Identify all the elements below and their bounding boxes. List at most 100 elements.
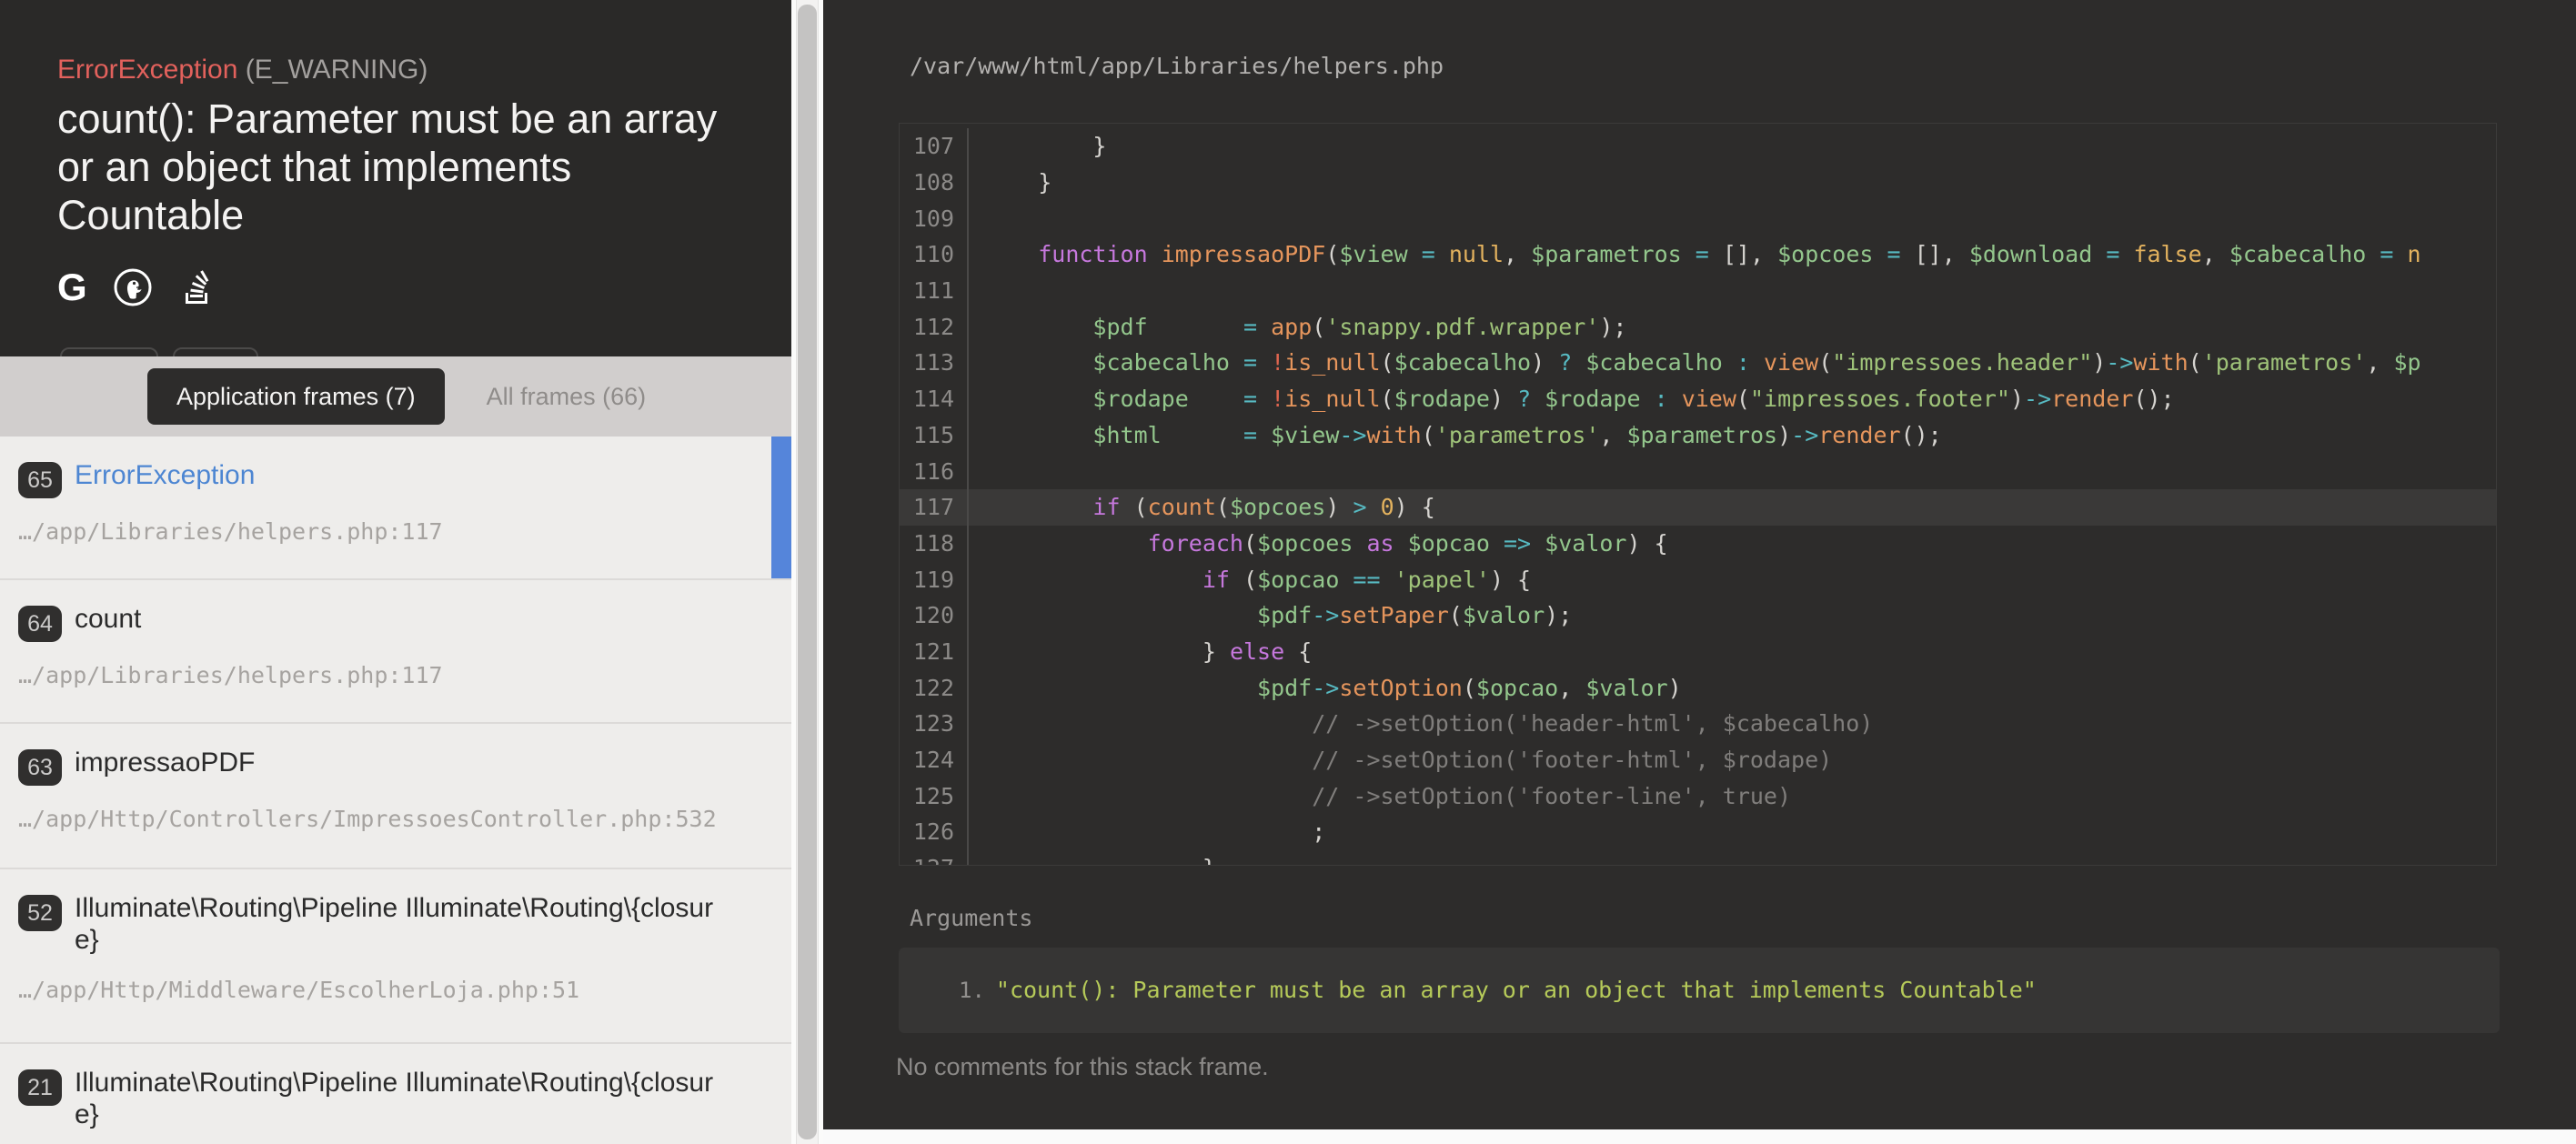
code-text: foreach($opcoes as $opcao => $valor) { [969, 530, 1668, 557]
code-text: } [969, 133, 1106, 159]
code-line: 125 // ->setOption('footer-line', true) [900, 778, 2496, 814]
duckduckgo-icon[interactable] [113, 267, 153, 307]
argument-index: 1. [959, 978, 985, 1003]
line-number: 111 [900, 273, 969, 309]
frame-item-52[interactable]: 52 Illuminate\Routing\Pipeline Illuminate… [0, 869, 791, 1044]
arguments-box: 1. "count(): Parameter must be an array o… [899, 948, 2500, 1033]
code-text: $pdf->setPaper($valor); [969, 602, 1572, 628]
frame-title: Illuminate\Routing\Pipeline Illuminate\R… [75, 893, 722, 957]
frame-path: …/app/Libraries/helpers.php:117 [18, 518, 773, 545]
exception-severity: (E_WARNING) [246, 55, 428, 85]
code-line: 118 foreach($opcoes as $opcao => $valor)… [900, 526, 2496, 562]
line-number: 108 [900, 165, 969, 201]
line-number: 113 [900, 345, 969, 381]
frame-index-badge: 21 [18, 1069, 62, 1106]
code-text: $html = $view->with('parametros', $param… [969, 422, 1942, 448]
code-line: 108 } [900, 165, 2496, 201]
line-number: 120 [900, 597, 969, 634]
frame-title: Illuminate\Routing\Pipeline Illuminate\R… [75, 1068, 722, 1131]
frame-head: 52 Illuminate\Routing\Pipeline Illuminate… [18, 893, 773, 957]
line-number: 126 [900, 814, 969, 850]
code-text: ; [969, 818, 1325, 845]
code-text: $cabecalho = !is_null($cabecalho) ? $cab… [969, 349, 2421, 376]
line-number: 110 [900, 236, 969, 273]
code-line: 122 $pdf->setOption($opcao, $valor) [900, 669, 2496, 706]
line-number: 107 [900, 128, 969, 165]
frame-title: impressaoPDF [75, 748, 722, 779]
code-line: 121 } else { [900, 634, 2496, 670]
code-line: 107 } [900, 128, 2496, 165]
header-action-button-stub[interactable] [173, 347, 258, 356]
code-line: 119 if ($opcao == 'papel') { [900, 561, 2496, 597]
frame-item-64[interactable]: 64count…/app/Libraries/helpers.php:117 [0, 580, 791, 724]
line-number: 125 [900, 778, 969, 814]
code-line: 112 $pdf = app('snappy.pdf.wrapper'); [900, 308, 2496, 345]
frame-item-65[interactable]: 65 ErrorException …/app/Libraries/helpers.… [0, 437, 791, 580]
argument-value: "count(): Parameter must be an array or … [996, 977, 2037, 1003]
code-text: function impressaoPDF($view = null, $par… [969, 241, 2421, 267]
frame-title: ErrorException [75, 460, 722, 492]
line-number: 112 [900, 308, 969, 345]
line-number: 127 [900, 850, 969, 866]
exception-title-row: ErrorException (E_WARNING) [57, 55, 428, 85]
frame-item-21[interactable]: 21 Illuminate\Routing\Pipeline Illuminate… [0, 1044, 791, 1144]
code-line: 111 [900, 273, 2496, 309]
frame-path: …/app/Http/Controllers/ImpressoesControl… [18, 806, 773, 832]
frame-index-badge: 65 [18, 462, 62, 498]
frame-head: 65 ErrorException [18, 460, 773, 498]
line-number: 119 [900, 561, 969, 597]
arguments-label: Arguments [910, 905, 1032, 931]
sidebar-scrollbar [791, 0, 823, 1144]
frame-index-badge: 63 [18, 749, 62, 786]
frame-index-badge: 52 [18, 895, 62, 931]
scrollbar-thumb[interactable] [798, 5, 817, 1139]
line-number: 115 [900, 417, 969, 454]
code-text: } [969, 169, 1052, 196]
code-line: 126 ; [900, 814, 2496, 850]
search-icons-row: G [57, 267, 215, 307]
line-number: 121 [900, 634, 969, 670]
line-number: 116 [900, 453, 969, 489]
line-number: 123 [900, 706, 969, 742]
no-comments-note: No comments for this stack frame. [896, 1053, 1269, 1081]
frame-head: 21 Illuminate\Routing\Pipeline Illuminate… [18, 1068, 773, 1131]
tab-all-frames[interactable]: All frames (66) [487, 383, 647, 411]
line-number: 124 [900, 742, 969, 778]
exception-class: ErrorException [57, 55, 237, 85]
code-line: 124 // ->setOption('footer-html', $rodap… [900, 742, 2496, 778]
code-text: // ->setOption('header-html', $cabecalho… [969, 710, 1873, 737]
code-text: // ->setOption('footer-line', true) [969, 783, 1791, 809]
argument-item: 1. "count(): Parameter must be an array o… [899, 948, 2500, 1003]
tab-application-frames[interactable]: Application frames (7) [147, 368, 445, 425]
code-text: $pdf = app('snappy.pdf.wrapper'); [969, 314, 1626, 340]
line-number: 117 [900, 489, 969, 526]
frame-path: …/app/Http/Middleware/EscolherLoja.php:5… [18, 977, 773, 1003]
stack-frames-list: 65 ErrorException …/app/Libraries/helpers.… [0, 437, 791, 1144]
line-number: 109 [900, 200, 969, 236]
google-icon[interactable]: G [57, 268, 87, 306]
stackoverflow-icon[interactable] [178, 267, 215, 307]
code-line: 109 [900, 200, 2496, 236]
code-text: $rodape = !is_null($rodape) ? $rodape : … [969, 386, 2175, 412]
code-line: 116 [900, 453, 2496, 489]
header-action-button-stub[interactable] [60, 347, 158, 356]
frame-item-63[interactable]: 63 impressaoPDF …/app/Http/Controllers/Imp… [0, 724, 791, 869]
active-frame-indicator [771, 437, 791, 578]
code-line-highlighted: 117 if (count($opcoes) > 0) { [900, 489, 2496, 526]
code-viewer: 107 }108 }109110 function impressaoPDF($… [899, 123, 2497, 866]
code-text: // ->setOption('footer-html', $rodape) [969, 747, 1832, 773]
code-line: 127 } [900, 850, 2496, 866]
code-text: if ($opcao == 'papel') { [969, 567, 1531, 593]
code-text: $pdf->setOption($opcao, $valor) [969, 675, 1682, 701]
code-line: 114 $rodape = !is_null($rodape) ? $rodap… [900, 381, 2496, 417]
exception-message: count(): Parameter must be an array or a… [57, 95, 740, 239]
code-text: if (count($opcoes) > 0) { [969, 494, 1435, 520]
code-line: 120 $pdf->setPaper($valor); [900, 597, 2496, 634]
frame-detail-panel: /var/www/html/app/Libraries/helpers.php … [823, 0, 2576, 1129]
frames-tab-bar: Application frames (7) All frames (66) [0, 356, 791, 437]
code-line: 115 $html = $view->with('parametros', $p… [900, 417, 2496, 454]
line-number: 122 [900, 669, 969, 706]
frame-head: 63 impressaoPDF [18, 748, 773, 786]
code-line: 113 $cabecalho = !is_null($cabecalho) ? … [900, 345, 2496, 381]
line-number: 118 [900, 526, 969, 562]
